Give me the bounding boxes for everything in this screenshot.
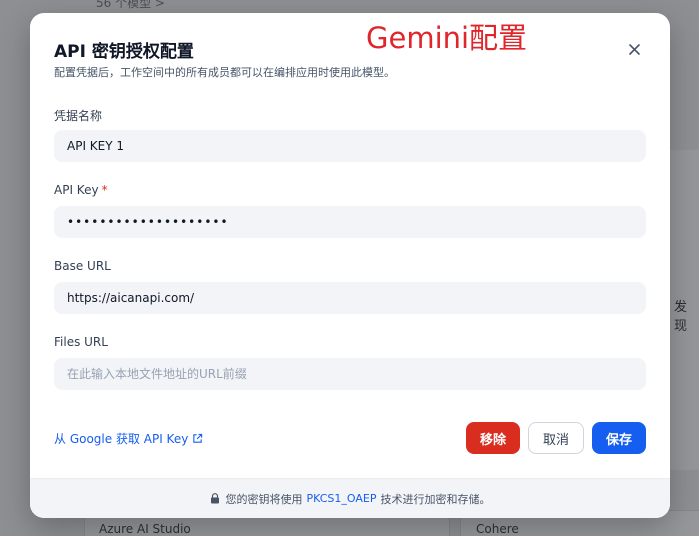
files-url-input[interactable] (54, 358, 646, 390)
footer-text-before: 您的密钥将使用 (225, 492, 303, 506)
lock-icon (210, 493, 219, 504)
annotation-label: Gemini配置 (366, 21, 528, 55)
close-button[interactable] (622, 37, 646, 61)
remove-button[interactable]: 移除 (466, 422, 520, 454)
api-key-input[interactable] (54, 206, 646, 238)
api-key-dialog: API 密钥授权配置 Gemini配置 配置凭据后，工作空间中的所有成员都可以在… (30, 13, 670, 518)
dialog-title: API 密钥授权配置 (54, 42, 194, 62)
footer-text-after: 技术进行加密和存储。 (380, 492, 491, 506)
discover-text: 发现 (674, 300, 688, 334)
close-icon (628, 43, 640, 55)
credential-name-input[interactable] (54, 130, 646, 162)
cancel-button[interactable]: 取消 (528, 422, 584, 454)
base-url-input[interactable] (54, 282, 646, 314)
encryption-footer: 您的密钥将使用 PKCS1_OAEP 技术进行加密和存储。 (30, 478, 670, 518)
external-link-icon (193, 433, 203, 443)
provider-card-label: Azure AI Studio (99, 522, 191, 536)
files-url-label: Files URL (54, 335, 108, 349)
get-api-key-link[interactable]: 从 Google 获取 API Key (54, 430, 203, 447)
required-mark: * (101, 183, 108, 197)
credential-name-label: 凭据名称 (54, 109, 103, 123)
base-url-label: Base URL (54, 259, 111, 273)
model-count-text: 56 个模型 > (96, 0, 165, 10)
get-api-key-link-text: 从 Google 获取 API Key (54, 432, 189, 446)
provider-card-label: Cohere (476, 522, 519, 536)
dialog-subtitle: 配置凭据后，工作空间中的所有成员都可以在编排应用时使用此模型。 (54, 66, 395, 79)
api-key-label: API Key * (54, 183, 108, 197)
api-key-label-text: API Key (54, 183, 99, 197)
pkcs-link[interactable]: PKCS1_OAEP (307, 492, 377, 505)
save-button[interactable]: 保存 (592, 422, 646, 454)
